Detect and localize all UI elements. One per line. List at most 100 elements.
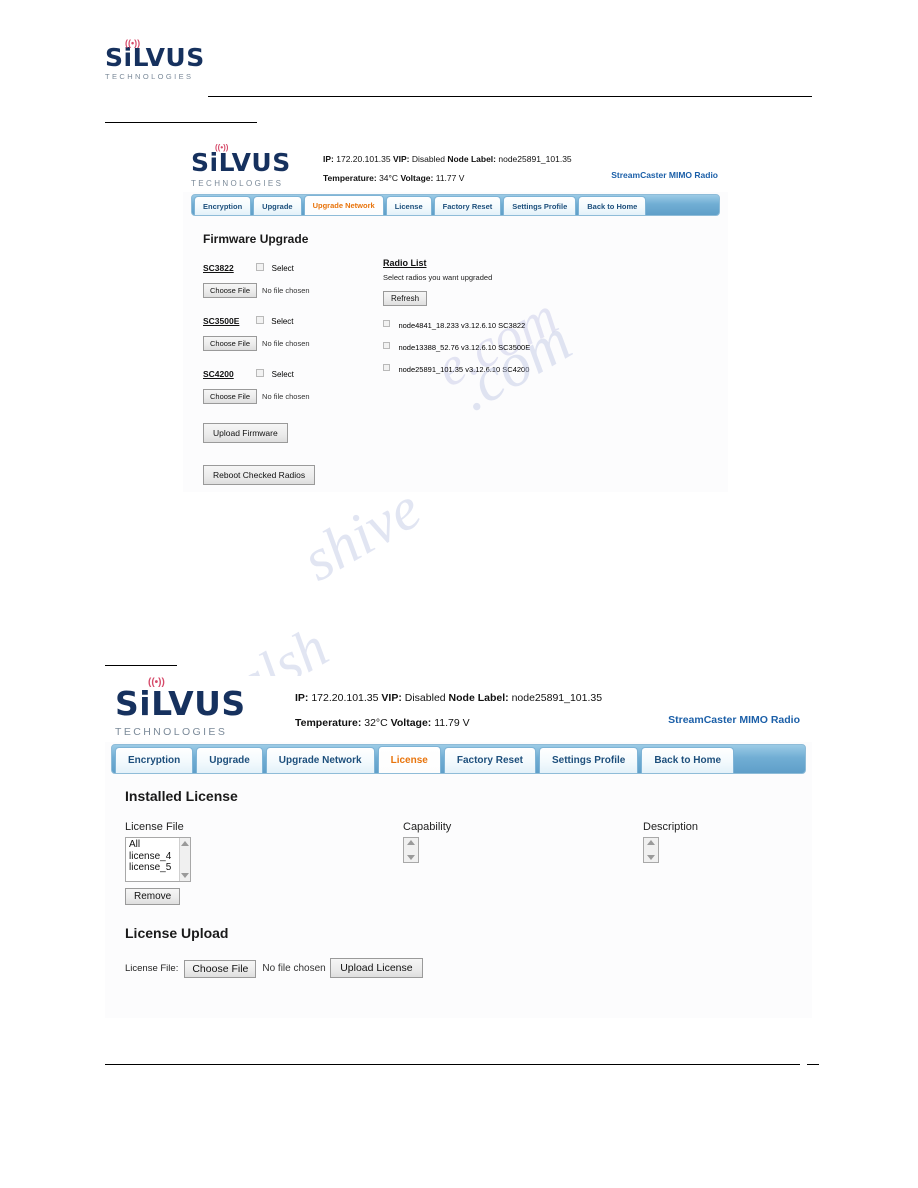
node-label-label: Node Label: [447,154,496,164]
file-status: No file chosen [262,392,310,401]
scroll-down-icon[interactable] [181,873,189,878]
voltage-label: Voltage: [400,173,434,183]
header-rule-right [208,96,812,98]
model-select-checkbox[interactable] [256,368,265,377]
node-label-label: Node Label: [448,692,509,704]
temperature-value: 34°C [379,173,399,183]
tab-upgrade[interactable]: Upgrade [196,747,263,773]
radio-list-item[interactable]: node4841_18.233 v3.12.6.10 SC3822 [383,315,633,333]
silvus-logo: ((•)) SiLVUS TECHNOLOGIES [105,39,205,81]
tab-upgrade[interactable]: Upgrade [253,196,302,215]
model-name: SC3500E [203,316,240,326]
model-select-label: Select [271,264,294,273]
tab-label: Factory Reset [442,201,493,211]
capability-listbox[interactable] [403,837,419,863]
firmware-model-row: SC3822 Select Choose File No file chosen [203,258,383,298]
column-header-capability: Capability [403,821,452,833]
ip-value: 172.20.101.35 [336,154,391,164]
choose-file-button[interactable]: Choose File [203,336,258,351]
choose-file-button[interactable]: Choose File [203,389,258,404]
model-name: SC3822 [203,263,234,273]
radio-status-info: IP: 172.20.101.35 VIP: Disabled Node Lab… [295,684,625,729]
listbox-scrollbar[interactable] [404,838,418,862]
tab-bar: Encryption Upgrade Upgrade Network Licen… [191,194,720,216]
status-line-ip: IP: 172.20.101.35 VIP: Disabled Node Lab… [323,154,586,164]
model-select-checkbox[interactable] [256,262,265,271]
product-name: StreamCaster MIMO Radio [611,170,718,180]
tab-label: Upgrade Network [312,201,375,210]
firmware-model-column: SC3822 Select Choose File No file chosen… [203,258,383,485]
page-header-logo: ((•)) SiLVUS TECHNOLOGIES [105,39,205,81]
radio-ui-logo: ((•)) SiLVUS TECHNOLOGIES [191,144,323,189]
tab-upgrade-network[interactable]: Upgrade Network [265,747,375,773]
license-file-listbox[interactable]: All license_4 license_5 [125,837,191,882]
tab-license[interactable]: License [385,196,432,215]
tab-settings-profile[interactable]: Settings Profile [503,196,577,215]
radio-status-info: IP: 172.20.101.35 VIP: Disabled Node Lab… [323,148,586,183]
tab-license[interactable]: License [377,746,441,773]
file-status: No file chosen [262,286,310,295]
tab-settings-profile[interactable]: Settings Profile [538,747,639,773]
tab-bar: Encryption Upgrade Upgrade Network Licen… [111,744,806,774]
radio-name: node25891_101.35 v3.12.6.10 SC4200 [398,365,530,374]
remove-button[interactable]: Remove [125,888,181,905]
tab-label: Settings Profile [551,755,626,766]
scroll-up-icon[interactable] [181,841,189,846]
tab-factory-reset[interactable]: Factory Reset [443,747,536,773]
tab-back-to-home[interactable]: Back to Home [578,196,647,215]
brand-name: SiLVUS [191,148,291,177]
listbox-scrollbar[interactable] [644,838,658,862]
tab-encryption[interactable]: Encryption [115,747,194,773]
scroll-down-icon[interactable] [647,855,655,860]
node-label-value: node25891_101.35 [498,154,572,164]
upload-firmware-button[interactable]: Upload Firmware [203,423,288,443]
tab-back-to-home[interactable]: Back to Home [641,747,735,773]
file-input-row[interactable]: Choose File No file chosen [203,389,310,404]
description-listbox[interactable] [643,837,659,863]
file-input-row[interactable]: Choose File No file chosen [203,283,310,298]
reboot-checked-radios-button[interactable]: Reboot Checked Radios [203,465,316,485]
scroll-up-icon[interactable] [407,840,415,845]
firmware-model-row: SC4200 Select Choose File No file chosen [203,364,383,404]
header-rule-left [105,122,257,124]
license-file-upload-row[interactable]: License File: Choose File No file chosen [125,959,326,978]
footer-page-rule [807,1064,819,1066]
model-select-label: Select [271,370,294,379]
firmware-model-row: SC3500E Select Choose File No file chose… [203,311,383,351]
radio-list-item[interactable]: node13388_52.76 v3.12.6.10 SC3500E [383,337,633,355]
footer-rule [105,1064,800,1066]
brand-name: SiLVUS [115,684,246,723]
tab-upgrade-network[interactable]: Upgrade Network [303,195,384,215]
upload-license-button[interactable]: Upload License [330,958,423,978]
radio-select-checkbox[interactable] [383,320,390,328]
choose-file-button[interactable]: Choose File [203,283,258,298]
tab-label: Factory Reset [456,755,523,766]
tab-factory-reset[interactable]: Factory Reset [433,196,502,215]
tab-label: Back to Home [654,755,722,766]
tab-encryption[interactable]: Encryption [194,196,252,215]
vip-label: VIP: [392,154,410,164]
file-input-row[interactable]: Choose File No file chosen [203,336,310,351]
radio-name: node4841_18.233 v3.12.6.10 SC3822 [398,321,526,330]
tab-label: License [394,201,423,211]
watermark-text: shive [291,474,432,594]
radio-checkbox-list: node4841_18.233 v3.12.6.10 SC3822 node13… [383,315,633,377]
radio-select-checkbox[interactable] [383,342,390,350]
refresh-button[interactable]: Refresh [383,291,428,306]
scroll-up-icon[interactable] [647,840,655,845]
radio-select-checkbox[interactable] [383,364,390,372]
brand-subtitle: TECHNOLOGIES [191,179,284,188]
section-title-firmware-upgrade: Firmware Upgrade [203,232,309,246]
tab-label: Settings Profile [512,201,568,211]
license-body: Installed License License File All licen… [105,774,812,1018]
model-select-checkbox[interactable] [255,315,264,324]
section-title-license-upload: License Upload [125,925,229,941]
choose-file-button[interactable]: Choose File [184,959,257,978]
section-rule [105,665,177,667]
radio-list-item[interactable]: node25891_101.35 v3.12.6.10 SC4200 [383,359,633,377]
scroll-down-icon[interactable] [407,855,415,860]
firmware-upgrade-body: e.com Firmware Upgrade SC3822 Select Cho… [183,216,728,492]
listbox-scrollbar[interactable] [179,838,190,881]
tab-label: Upgrade [209,755,250,766]
screenshot-license: ((•)) SiLVUS TECHNOLOGIES IP: 172.20.101… [105,676,812,1018]
